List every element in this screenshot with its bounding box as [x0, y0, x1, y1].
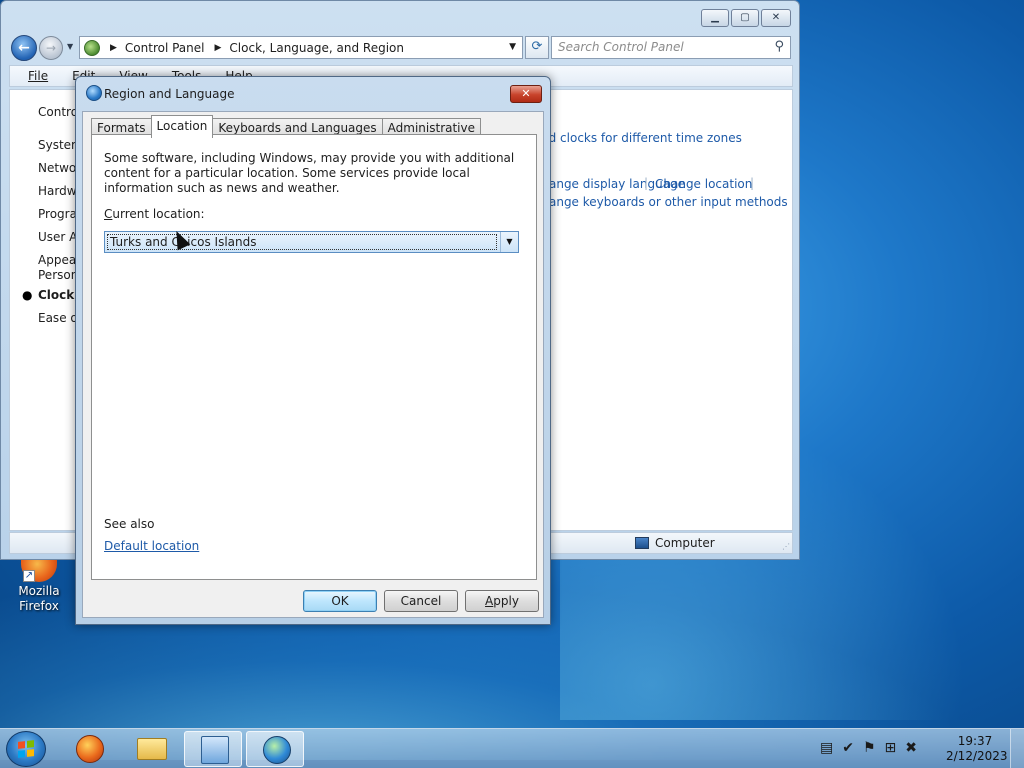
- notes-icon[interactable]: ▤: [820, 741, 833, 755]
- location-tab-panel: Some software, including Windows, may pr…: [91, 134, 537, 580]
- globe-icon: [86, 85, 102, 101]
- navigation-bar: ← → ▼ ▶ Control Panel ▶ Clock, Language,…: [9, 34, 793, 61]
- taskbar-firefox[interactable]: [60, 731, 118, 767]
- current-location-value: Turks and Caicos Islands: [107, 234, 497, 250]
- cancel-button[interactable]: Cancel: [384, 590, 458, 612]
- taskbar-explorer[interactable]: [122, 731, 180, 767]
- region-language-dialog: Region and Language ✕ Formats Location K…: [75, 76, 551, 625]
- current-location-select[interactable]: Turks and Caicos Islands ▼: [104, 231, 519, 253]
- apply-button[interactable]: Apply: [465, 590, 539, 612]
- computer-icon: [635, 537, 649, 549]
- link-separator: |: [750, 176, 755, 190]
- default-location-link[interactable]: Default location: [104, 539, 199, 553]
- network-icon[interactable]: ⊞: [885, 741, 897, 755]
- back-button[interactable]: ←: [11, 35, 37, 61]
- recent-pages-dropdown[interactable]: ▼: [67, 42, 73, 51]
- see-also-heading: See also: [104, 517, 155, 531]
- address-bar[interactable]: ▶ Control Panel ▶ Clock, Language, and R…: [79, 36, 523, 59]
- windows-logo-icon: [18, 740, 34, 758]
- taskbar-region-language[interactable]: [246, 731, 304, 767]
- action-center-flag-icon[interactable]: ⚑: [863, 741, 876, 755]
- dialog-title: Region and Language: [104, 87, 235, 101]
- search-icon[interactable]: ⚲: [774, 39, 784, 54]
- taskbar-control-panel[interactable]: [184, 731, 242, 767]
- close-button[interactable]: ✕: [761, 9, 791, 27]
- globe-clock-icon: [263, 736, 291, 764]
- forward-button[interactable]: →: [39, 36, 63, 60]
- current-bullet-icon: ●: [22, 288, 33, 302]
- firefox-icon: [76, 735, 104, 763]
- status-computer: Computer: [635, 536, 715, 550]
- shortcut-arrow-icon: ↗: [23, 570, 35, 582]
- clock-time: 19:37: [957, 734, 993, 748]
- show-desktop-button[interactable]: [1010, 729, 1024, 768]
- volume-muted-icon[interactable]: ✖: [905, 741, 917, 755]
- clock-date: 2/12/2023: [946, 749, 1008, 763]
- desktop-icon-firefox[interactable]: ↗ Mozilla Firefox: [8, 552, 70, 614]
- control-panel-icon: [84, 39, 100, 56]
- chevron-right-icon[interactable]: ▶: [215, 43, 222, 53]
- breadcrumb-control-panel[interactable]: Control Panel: [125, 41, 205, 55]
- menu-file[interactable]: File: [28, 69, 48, 83]
- chevron-down-icon[interactable]: ▼: [500, 232, 518, 252]
- system-tray: ▤ ✔ ⚑ ⊞ ✖: [820, 741, 917, 755]
- dialog-close-button[interactable]: ✕: [510, 85, 542, 103]
- desktop-icon-label: Mozilla Firefox: [18, 584, 60, 613]
- start-button[interactable]: [6, 731, 46, 767]
- resize-grip-icon[interactable]: ⋰: [782, 542, 790, 551]
- current-location-label: Current location:: [104, 207, 205, 221]
- refresh-button[interactable]: ⟳: [525, 36, 549, 59]
- link-change-location[interactable]: Change location: [655, 177, 752, 191]
- link-keyboards[interactable]: Change keyboards or other input methods: [533, 195, 788, 209]
- location-description: Some software, including Windows, may pr…: [104, 151, 515, 195]
- taskbar-clock[interactable]: 19:37 2/12/2023: [946, 734, 1008, 764]
- ok-button[interactable]: OK: [303, 590, 377, 612]
- control-panel-icon: [201, 736, 229, 764]
- tab-location[interactable]: Location: [150, 115, 214, 138]
- taskbar: ▤ ✔ ⚑ ⊞ ✖ 19:37 2/12/2023: [0, 728, 1024, 768]
- dialog-body: Formats Location Keyboards and Languages…: [82, 111, 544, 618]
- security-icon[interactable]: ✔: [842, 741, 854, 755]
- folder-icon: [137, 738, 167, 760]
- minimize-button[interactable]: ▁: [701, 9, 729, 27]
- window-controls: ▁ ▢ ✕: [701, 9, 791, 27]
- maximize-button[interactable]: ▢: [731, 9, 759, 27]
- breadcrumb-clock-language-region[interactable]: Clock, Language, and Region: [229, 41, 404, 55]
- search-input[interactable]: Search Control Panel ⚲: [551, 36, 791, 59]
- address-dropdown-icon[interactable]: ▼: [509, 42, 516, 52]
- link-add-clocks[interactable]: Add clocks for different time zones: [533, 131, 742, 145]
- chevron-right-icon[interactable]: ▶: [110, 43, 117, 53]
- link-separator: |: [644, 176, 649, 190]
